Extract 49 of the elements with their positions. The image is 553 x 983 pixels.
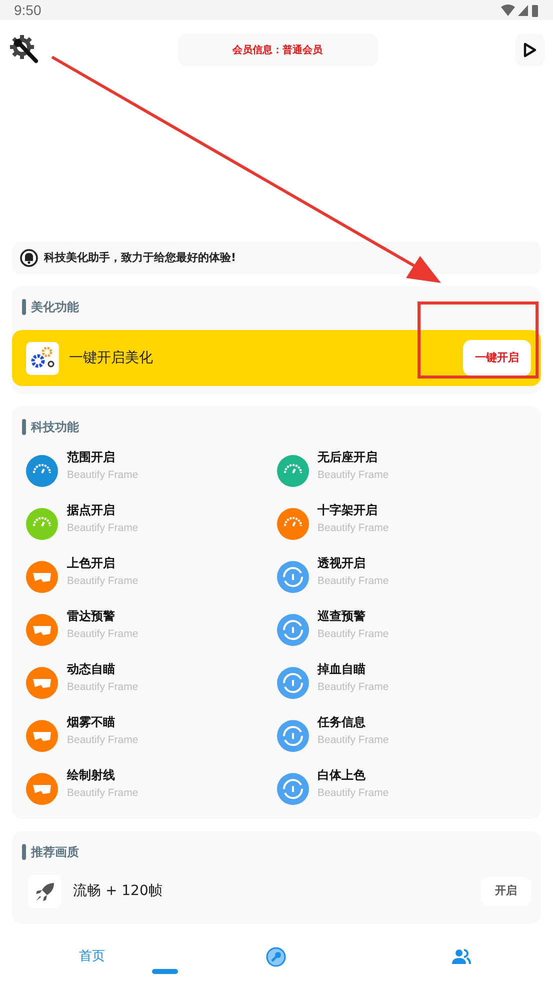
quality-label: 流畅 + 120帧 bbox=[73, 882, 164, 901]
feature-subtitle: Beautify Frame bbox=[318, 468, 389, 483]
enable-button[interactable]: 开启 bbox=[481, 877, 531, 906]
feature-subtitle: Beautify Frame bbox=[67, 786, 138, 801]
feature-label: 一键开启美化 bbox=[69, 348, 154, 368]
feature-subtitle: Beautify Frame bbox=[318, 627, 389, 642]
wrench-icon bbox=[266, 946, 286, 966]
settings-icon[interactable] bbox=[10, 35, 40, 65]
feature-subtitle: Beautify Frame bbox=[318, 574, 389, 589]
feature-label[interactable]: 雷达预警 bbox=[67, 607, 138, 625]
feature-label[interactable]: 透视开启 bbox=[318, 554, 389, 572]
feature-subtitle: Beautify Frame bbox=[318, 786, 389, 801]
section-title: 科技功能 bbox=[31, 419, 79, 436]
feature-label[interactable]: 上色开启 bbox=[67, 554, 138, 572]
feature-label[interactable]: 据点开启 bbox=[67, 501, 138, 519]
feature-subtitle: Beautify Frame bbox=[67, 733, 138, 748]
feature-subtitle: Beautify Frame bbox=[318, 680, 389, 695]
gears-icon bbox=[26, 342, 59, 374]
section-title: 推荐画质 bbox=[31, 844, 79, 861]
feature-subtitle: Beautify Frame bbox=[318, 521, 389, 536]
section-title: 美化功能 bbox=[31, 299, 79, 316]
rocket-icon bbox=[28, 875, 61, 908]
feature-subtitle: Beautify Frame bbox=[67, 521, 138, 536]
feature-label[interactable]: 掉血自瞄 bbox=[318, 660, 389, 678]
notice-text: 科技美化助手，致力于给您最好的体验! bbox=[44, 250, 236, 266]
feature-label[interactable]: 十字架开启 bbox=[318, 501, 389, 519]
feature-label[interactable]: 任务信息 bbox=[318, 713, 389, 731]
people-icon bbox=[450, 948, 471, 964]
bell-icon bbox=[20, 249, 38, 267]
feature-row[interactable]: 一键开启美化 一键开启 bbox=[12, 330, 541, 386]
play-button[interactable] bbox=[515, 34, 545, 66]
feature-label[interactable]: 烟雾不瞄 bbox=[67, 713, 138, 731]
feature-label[interactable]: 无后座开启 bbox=[318, 448, 389, 466]
feature-label[interactable]: 巡查预警 bbox=[318, 607, 389, 625]
play-icon bbox=[523, 42, 537, 58]
feature-subtitle: Beautify Frame bbox=[67, 468, 138, 483]
status-time: 9:50 bbox=[14, 0, 42, 20]
feature-label[interactable]: 动态自瞄 bbox=[67, 660, 138, 678]
feature-subtitle: Beautify Frame bbox=[67, 574, 138, 589]
member-info: 会员信息：普通会员 bbox=[178, 34, 378, 66]
feature-label[interactable]: 白体上色 bbox=[318, 766, 389, 784]
feature-label[interactable]: 范围开启 bbox=[67, 448, 138, 466]
enable-button[interactable]: 一键开启 bbox=[463, 340, 531, 376]
tab-indicator bbox=[152, 969, 178, 974]
feature-subtitle: Beautify Frame bbox=[67, 627, 138, 642]
feature-subtitle: Beautify Frame bbox=[318, 733, 389, 748]
feature-label[interactable]: 绘制射线 bbox=[67, 766, 138, 784]
status-icons bbox=[501, 4, 539, 16]
feature-subtitle: Beautify Frame bbox=[67, 680, 138, 695]
